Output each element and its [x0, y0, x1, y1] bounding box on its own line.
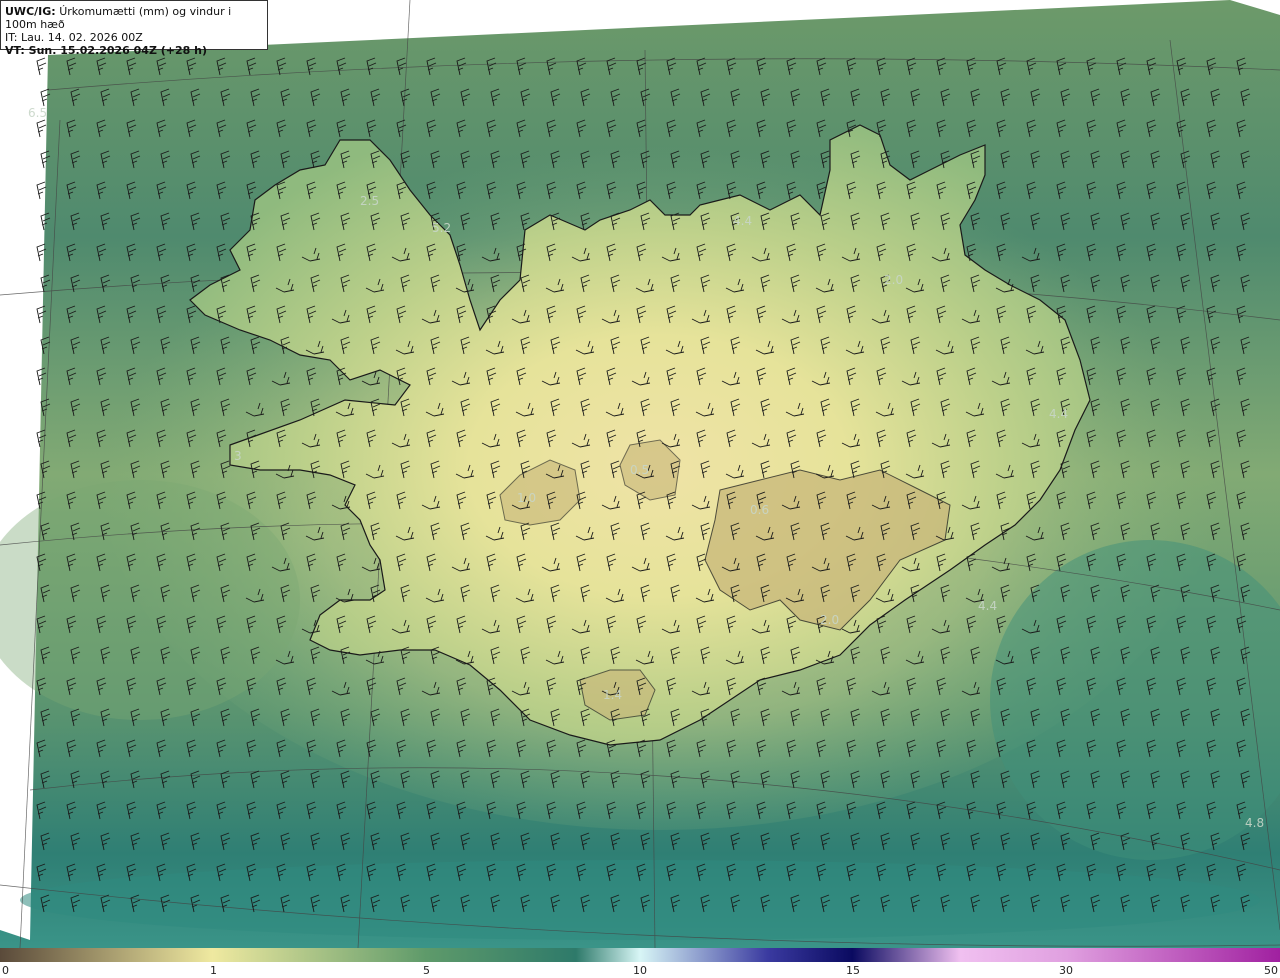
- value-label: 4.4: [1049, 407, 1069, 421]
- value-label: 5.2: [432, 221, 452, 235]
- value-label: 0.6: [750, 503, 770, 517]
- colorbar-tick: 10: [633, 964, 647, 977]
- value-label: 2.0: [884, 273, 904, 287]
- value-label: 0.5: [630, 463, 650, 477]
- model-label: UWC/IG:: [5, 5, 56, 18]
- issue-time: IT: Lau. 14. 02. 2026 00Z: [5, 31, 143, 44]
- value-label: 4.8: [1245, 816, 1265, 830]
- colorbar-tick: 0: [2, 964, 9, 977]
- value-label: 1.4: [603, 688, 623, 702]
- value-label: 6.5: [28, 106, 48, 120]
- colorbar: [0, 948, 1280, 962]
- colorbar-tick: 50: [1264, 964, 1278, 977]
- colorbar-tick: 30: [1059, 964, 1073, 977]
- info-box: UWC/IG: Úrkomumætti (mm) og vindur i 100…: [0, 0, 268, 57]
- value-label: 4.4: [978, 599, 998, 613]
- colorbar-ticks: 0 1 5 10 15 30 50: [0, 962, 1280, 978]
- colorbar-tick: 1: [210, 964, 217, 977]
- value-label: 2.5: [360, 194, 380, 208]
- colorbar-tick: 5: [423, 964, 430, 977]
- value-label: 4.4: [733, 214, 753, 228]
- colorbar-tick: 15: [846, 964, 860, 977]
- value-label: 3: [234, 449, 242, 463]
- value-label: 1.0: [517, 491, 537, 505]
- value-label: 2.0: [820, 613, 840, 627]
- valid-time: VT: Sun. 15.02.2026 04Z (+28 h): [5, 44, 208, 57]
